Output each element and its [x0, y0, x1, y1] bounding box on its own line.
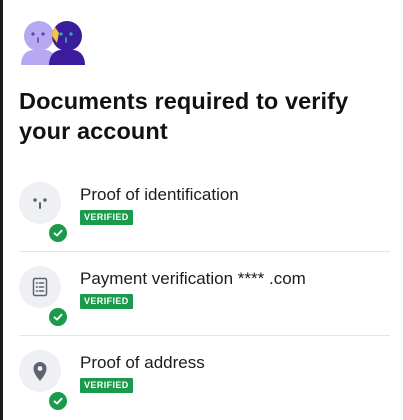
- location-pin-icon: [19, 350, 69, 412]
- documents-list: Proof of identification VERIFIED Payment…: [19, 168, 390, 419]
- verified-check-icon: [47, 306, 69, 328]
- status-badge: VERIFIED: [80, 294, 133, 309]
- document-item-identification[interactable]: Proof of identification VERIFIED: [19, 168, 390, 252]
- status-badge: VERIFIED: [80, 210, 133, 225]
- document-item-address[interactable]: Proof of address VERIFIED: [19, 336, 390, 419]
- avatar-dark-icon: [49, 21, 85, 65]
- document-name: Payment verification **** .com: [80, 269, 306, 288]
- verified-check-icon: [47, 222, 69, 244]
- face-icon: [19, 182, 69, 244]
- page-title: Documents required to verify your accoun…: [19, 88, 349, 144]
- receipt-icon: [19, 266, 69, 328]
- left-edge-border: [0, 0, 3, 420]
- status-badge: VERIFIED: [80, 378, 133, 393]
- document-name: Proof of identification: [80, 185, 239, 204]
- document-name: Proof of address: [80, 353, 205, 372]
- verification-avatars-illustration: [19, 19, 89, 65]
- document-item-payment[interactable]: Payment verification **** .com VERIFIED: [19, 252, 390, 336]
- verified-check-icon: [47, 390, 69, 412]
